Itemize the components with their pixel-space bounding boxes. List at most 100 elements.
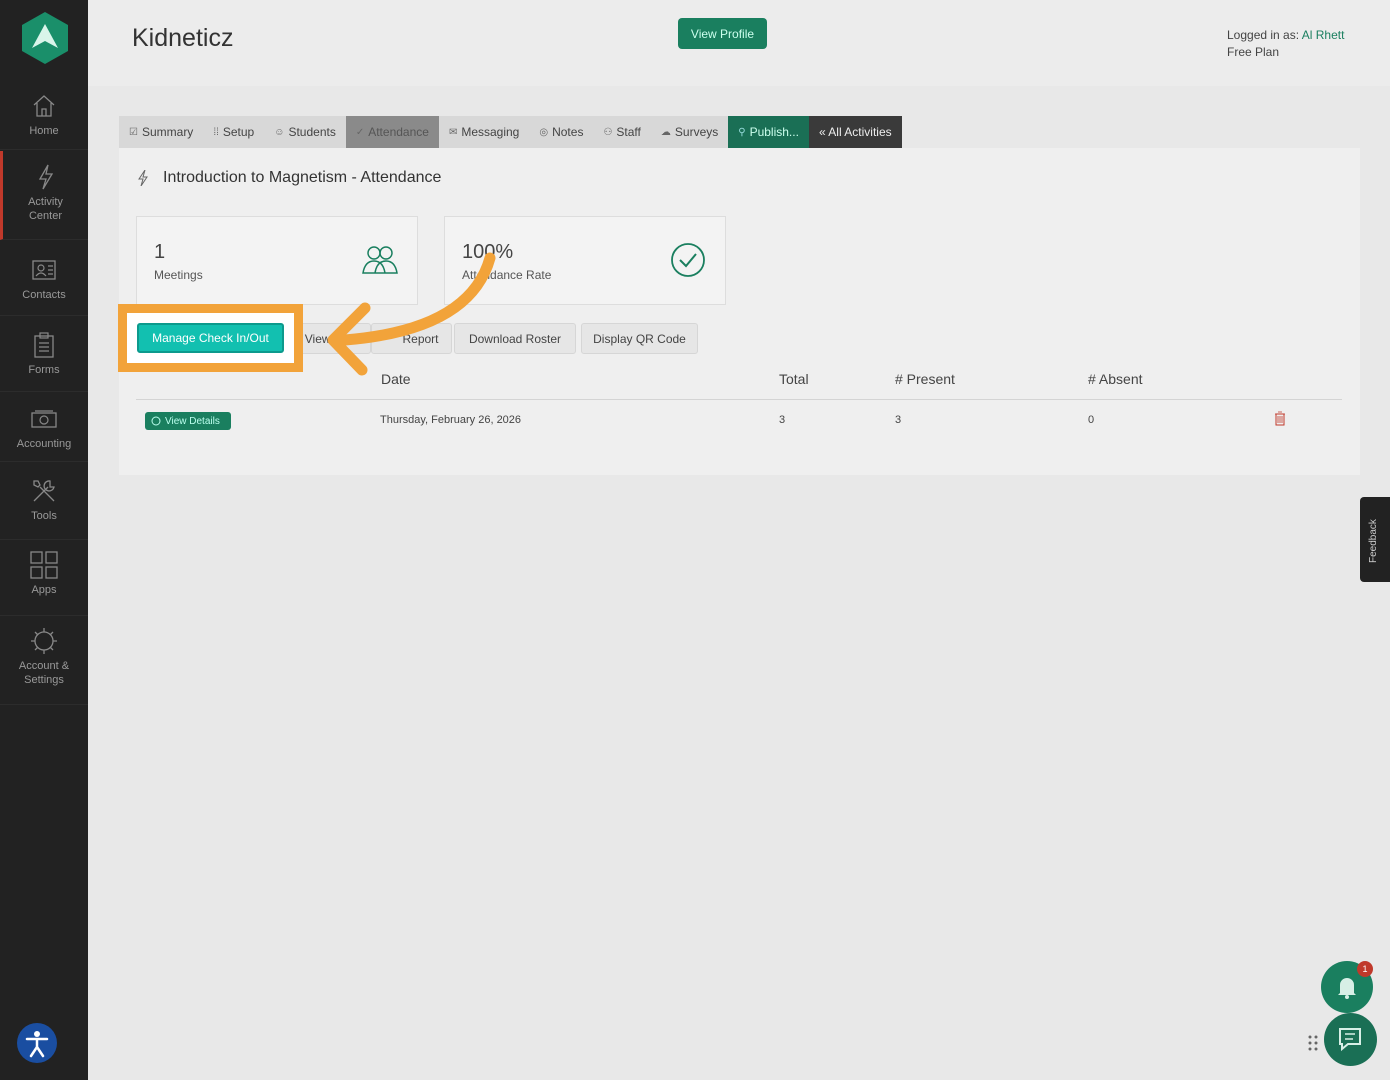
column-header-total: Total bbox=[779, 371, 809, 387]
plan-label: Free Plan bbox=[1227, 45, 1280, 59]
sidebar-item-home[interactable]: Home bbox=[0, 88, 88, 150]
trash-icon[interactable] bbox=[1274, 411, 1286, 426]
kidneticz-logo-icon[interactable] bbox=[22, 12, 68, 64]
tab-summary[interactable]: ☑ Summary bbox=[119, 116, 204, 148]
tab-setup[interactable]: ⁞⁞ Setup bbox=[203, 116, 265, 148]
tab-label: Students bbox=[288, 125, 336, 139]
page-title-text: Introduction to Magnetism - Attendance bbox=[163, 169, 442, 186]
drag-handle-icon[interactable] bbox=[1307, 1034, 1319, 1052]
setup-icon: ⁞⁞ bbox=[213, 126, 219, 138]
sidebar-item-account-settings[interactable]: Account & Settings bbox=[0, 617, 88, 705]
feedback-tab[interactable]: Feedback bbox=[1360, 497, 1390, 582]
sidebar-item-label-line2: Center bbox=[28, 210, 63, 222]
row-absent: 0 bbox=[1088, 414, 1095, 426]
button-label: Report bbox=[402, 331, 439, 346]
staff-icon: ⚇ bbox=[603, 126, 613, 138]
lightning-icon bbox=[38, 164, 53, 190]
cloud-icon: ☁ bbox=[660, 126, 671, 138]
row-total: 3 bbox=[779, 414, 786, 426]
check-circle-icon bbox=[671, 243, 705, 277]
tab-label: Messaging bbox=[461, 125, 520, 139]
view-details-label: View Details bbox=[165, 415, 220, 427]
envelope-icon: ✉ bbox=[448, 126, 458, 138]
sidebar-item-contacts[interactable]: Contacts bbox=[0, 241, 88, 316]
column-header-absent: # Absent bbox=[1088, 371, 1143, 387]
org-name: Kidneticz bbox=[132, 24, 234, 52]
column-header-date: Date bbox=[381, 371, 411, 387]
attendance-rate-stat-card: 100% Attendance Rate bbox=[444, 216, 726, 305]
apps-grid-icon bbox=[30, 551, 58, 579]
people-icon bbox=[362, 246, 398, 274]
meetings-label: Meetings bbox=[154, 268, 203, 282]
report-button[interactable]: Report bbox=[371, 323, 452, 354]
top-header: Kidneticz View Profile Logged in as: Al … bbox=[88, 0, 1390, 86]
attendance-panel: Introduction to Magnetism - Attendance 1… bbox=[119, 148, 1360, 475]
logged-in-label: Logged in as: bbox=[1227, 28, 1302, 42]
tab-students[interactable]: ☺ Students bbox=[264, 116, 346, 148]
sidebar-item-apps[interactable]: Apps bbox=[0, 541, 88, 616]
gear-icon bbox=[31, 628, 57, 654]
tab-label: Staff bbox=[616, 125, 641, 139]
sidebar-item-label-line2: Settings bbox=[24, 674, 64, 686]
row-present: 3 bbox=[895, 414, 902, 426]
row-date: Thursday, February 26, 2026 bbox=[380, 414, 522, 426]
info-icon bbox=[151, 416, 161, 426]
user-name-link[interactable]: Al Rhett bbox=[1302, 28, 1345, 42]
sidebar-item-tools[interactable]: Tools bbox=[0, 463, 88, 540]
tab-messaging[interactable]: ✉ Messaging bbox=[438, 116, 530, 148]
tab-label: Summary bbox=[141, 125, 194, 139]
tab-label: Surveys bbox=[674, 125, 719, 139]
sidebar-item-activity-center[interactable]: Activity Center bbox=[0, 151, 88, 240]
all-activities-link[interactable]: « All Activities bbox=[808, 116, 902, 148]
sidebar: Home Activity Center Contacts Forms Acco… bbox=[0, 0, 88, 1080]
activity-tabs: ☑ Summary ⁞⁞ Setup ☺ Students ✓ Attendance ✉… bbox=[119, 116, 902, 148]
check-icon: ✓ bbox=[355, 126, 365, 138]
tab-label: Publish... bbox=[749, 125, 799, 139]
download-roster-button[interactable]: Download Roster bbox=[454, 323, 576, 354]
login-info: Logged in as: Al Rhett Free Plan bbox=[1227, 27, 1344, 61]
tab-label: Notes bbox=[552, 125, 584, 139]
tab-notes[interactable]: ◎ Notes bbox=[529, 116, 594, 148]
sidebar-item-label: Forms bbox=[28, 364, 60, 376]
money-icon bbox=[31, 410, 57, 428]
button-label: View bbox=[304, 331, 331, 346]
sidebar-item-label: Home bbox=[29, 125, 59, 137]
accessibility-button[interactable] bbox=[17, 1023, 57, 1063]
attendance-rate-value: 100% bbox=[462, 241, 514, 263]
view-profile-button[interactable]: View Profile bbox=[678, 18, 767, 49]
tab-label: « All Activities bbox=[818, 125, 892, 139]
accessibility-icon bbox=[25, 1031, 49, 1058]
sidebar-item-label: Activity bbox=[28, 196, 63, 208]
chat-button[interactable] bbox=[1324, 1013, 1377, 1066]
sidebar-item-label: Account & bbox=[18, 660, 70, 672]
column-header-present: # Present bbox=[895, 371, 955, 387]
tab-publish[interactable]: ⚲ Publish... bbox=[728, 116, 809, 148]
lightning-icon bbox=[138, 170, 148, 186]
tab-attendance[interactable]: ✓ Attendance bbox=[345, 116, 439, 148]
sidebar-item-label: Tools bbox=[31, 510, 57, 522]
table-divider bbox=[136, 399, 1342, 400]
display-qr-code-button[interactable]: Display QR Code bbox=[581, 323, 698, 354]
sidebar-item-forms[interactable]: Forms bbox=[0, 317, 88, 392]
feedback-label: Feedback bbox=[1368, 519, 1379, 563]
view-details-button[interactable]: View Details bbox=[145, 412, 231, 430]
chat-icon bbox=[1339, 1028, 1361, 1052]
attendance-rate-label: Attendance Rate bbox=[462, 268, 552, 282]
tab-surveys[interactable]: ☁ Surveys bbox=[650, 116, 729, 148]
sidebar-item-label: Apps bbox=[31, 584, 57, 596]
page-title: Introduction to Magnetism - Attendance bbox=[137, 169, 441, 187]
home-icon bbox=[33, 95, 55, 117]
tools-icon bbox=[33, 480, 55, 502]
sidebar-item-label: Accounting bbox=[16, 438, 72, 450]
clipboard-icon bbox=[34, 332, 54, 358]
contacts-icon bbox=[32, 260, 56, 280]
tab-staff[interactable]: ⚇ Staff bbox=[593, 116, 651, 148]
link-icon: ⚲ bbox=[738, 126, 746, 138]
sidebar-item-accounting[interactable]: Accounting bbox=[0, 393, 88, 462]
meetings-stat-card: 1 Meetings bbox=[136, 216, 418, 305]
manage-check-in-out-button[interactable]: Manage Check In/Out bbox=[137, 323, 284, 353]
view-report-button[interactable]: View bbox=[291, 323, 371, 354]
notes-icon: ◎ bbox=[539, 126, 549, 138]
tab-label: Setup bbox=[222, 125, 255, 139]
tab-label: Attendance bbox=[368, 125, 429, 139]
